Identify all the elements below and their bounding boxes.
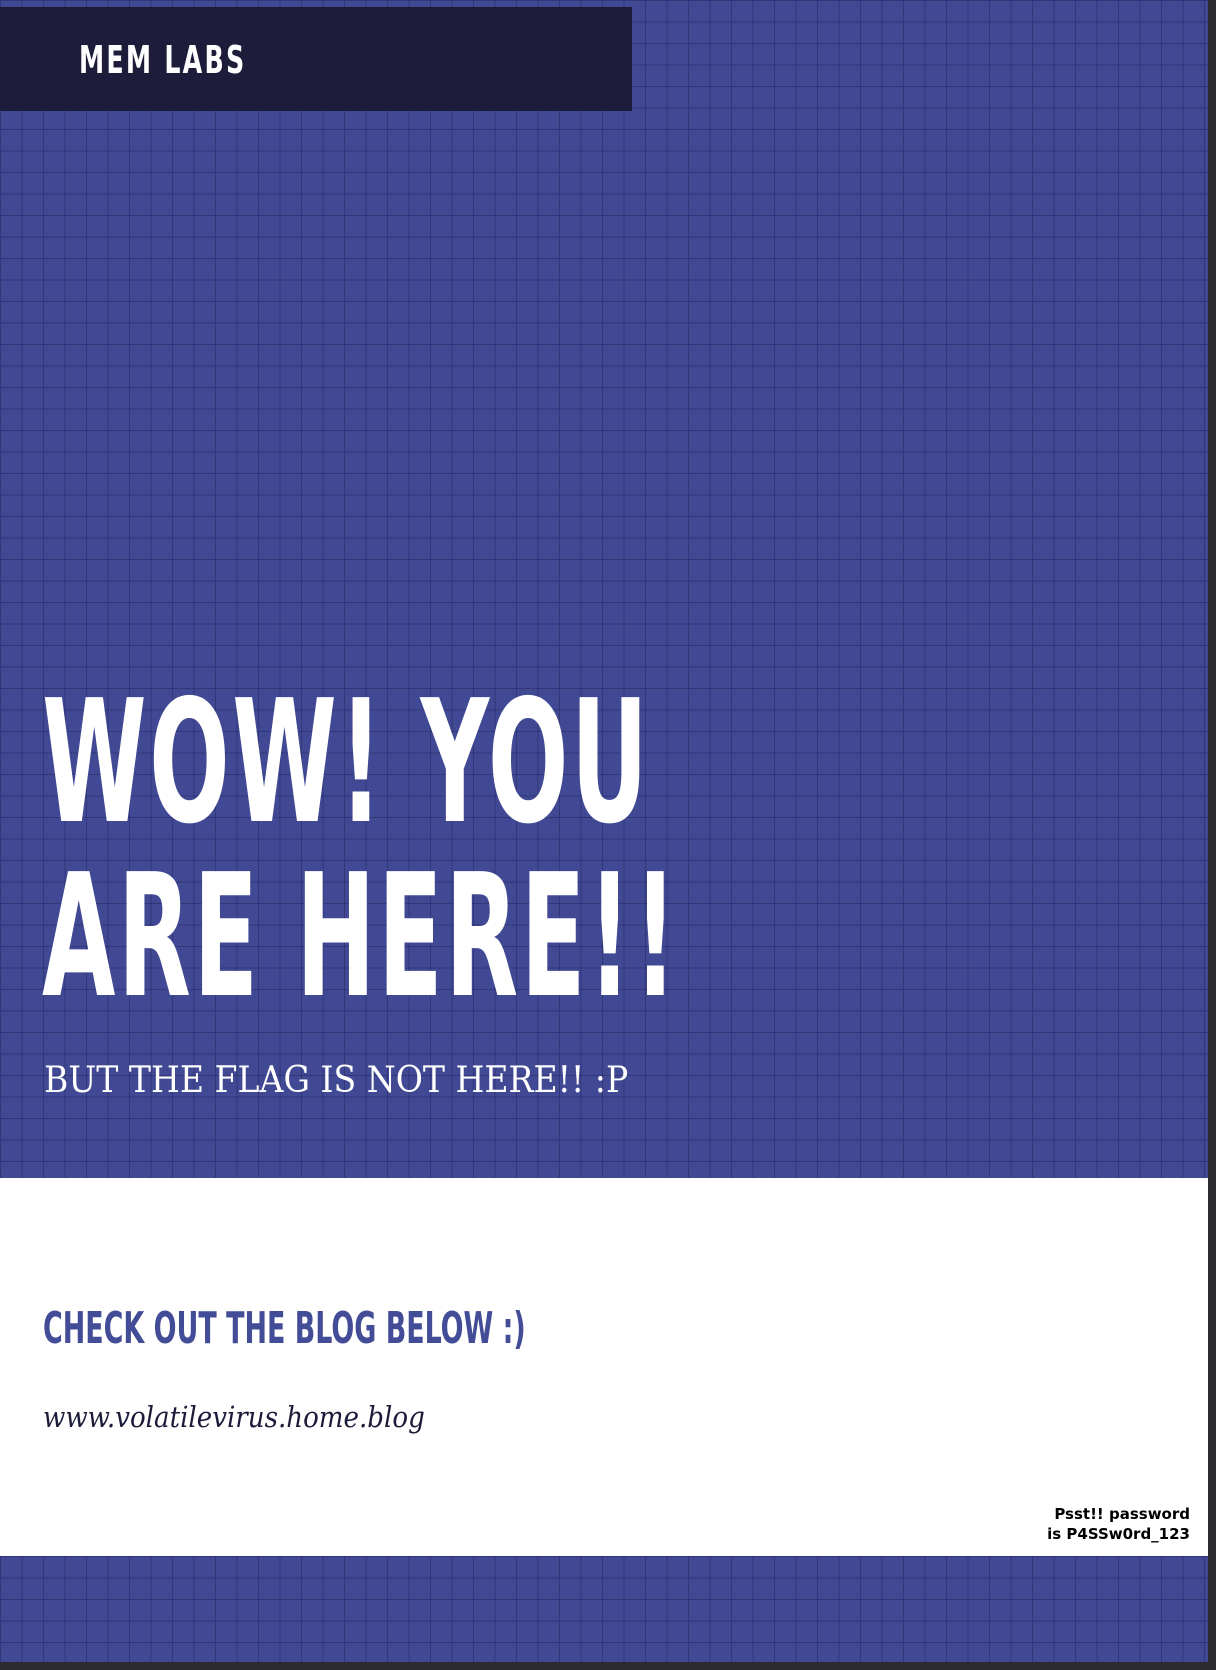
footer-band [0, 1556, 1208, 1662]
headline: WOW! YOU ARE HERE!! [42, 676, 679, 1024]
brand-name: MEM LABS [79, 38, 247, 82]
headline-line-2: ARE HERE!! [42, 838, 680, 1036]
blog-cta-heading: CHECK OUT THE BLOG BELOW :) [43, 1303, 526, 1354]
blog-section: CHECK OUT THE BLOG BELOW :) www.volatile… [0, 1178, 1208, 1556]
password-note-line-1: Psst!! password [1054, 1505, 1190, 1523]
hero-section: MEM LABS WOW! YOU ARE HERE!! BUT THE FLA… [0, 0, 1208, 1178]
blog-url: www.volatilevirus.home.blog [43, 1400, 425, 1434]
brand-bar: MEM LABS [0, 7, 632, 111]
document-page: MEM LABS WOW! YOU ARE HERE!! BUT THE FLA… [0, 0, 1208, 1662]
password-note: Psst!! password is P4SSw0rd_123 [1030, 1504, 1190, 1544]
subline: BUT THE FLAG IS NOT HERE!! :P [44, 1060, 629, 1101]
password-note-line-2: is P4SSw0rd_123 [1047, 1525, 1190, 1543]
headline-line-1: WOW! YOU [42, 664, 651, 862]
